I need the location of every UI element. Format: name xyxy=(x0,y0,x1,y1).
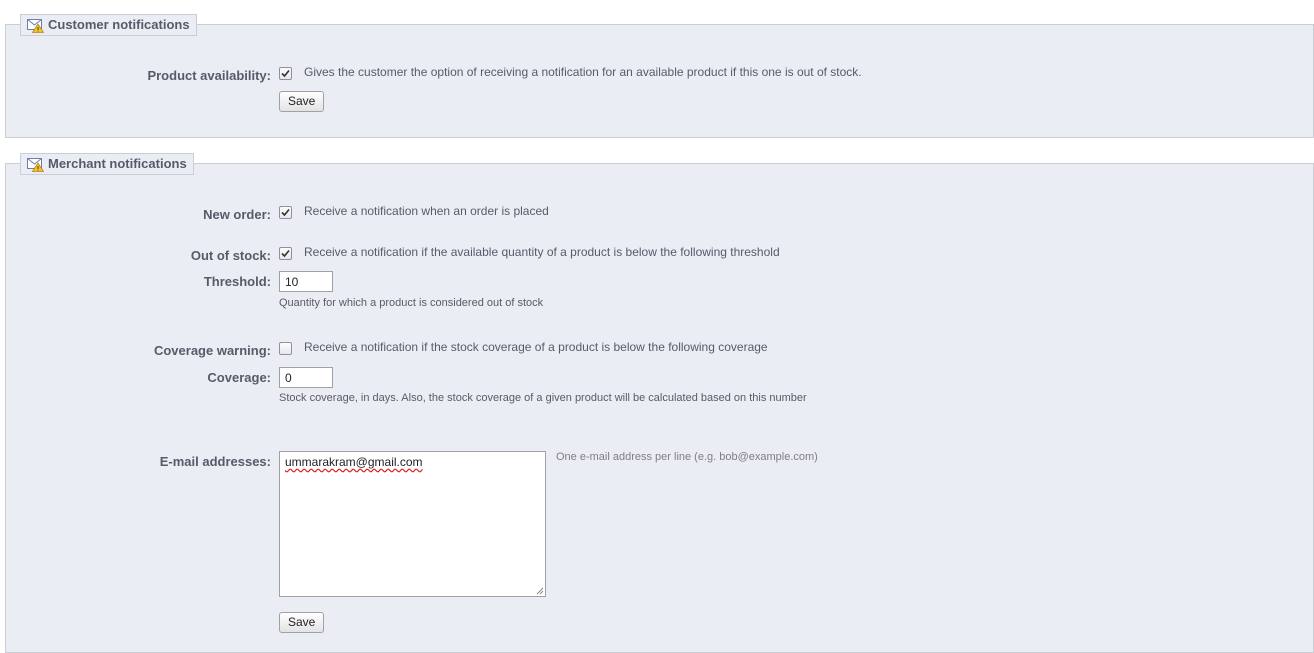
email-addresses-label: E-mail addresses: xyxy=(159,454,271,469)
email-addresses-textarea[interactable]: ummarakram@gmail.com xyxy=(279,451,546,597)
email-address-value: ummarakram@gmail.com xyxy=(285,455,423,469)
legend-title: Customer notifications xyxy=(48,17,190,32)
product-availability-description: Gives the customer the option of receivi… xyxy=(304,65,862,79)
coverage-warning-checkbox[interactable] xyxy=(279,342,292,355)
customer-save-button[interactable]: Save xyxy=(279,91,325,112)
out-of-stock-description: Receive a notification if the available … xyxy=(304,245,780,259)
product-availability-checkbox[interactable] xyxy=(279,67,292,80)
email-warning-icon xyxy=(27,18,45,33)
customer-notifications-legend: Customer notifications xyxy=(20,14,197,36)
threshold-input[interactable] xyxy=(279,271,333,292)
coverage-warning-description: Receive a notification if the stock cove… xyxy=(304,340,768,354)
merchant-notifications-panel: Merchant notifications New order: Receiv… xyxy=(5,153,1314,653)
threshold-hint: Quantity for which a product is consider… xyxy=(279,297,544,309)
coverage-warning-label: Coverage warning: xyxy=(153,343,271,358)
product-availability-label: Product availability: xyxy=(147,68,271,83)
new-order-description: Receive a notification when an order is … xyxy=(304,204,549,218)
coverage-hint: Stock coverage, in days. Also, the stock… xyxy=(279,392,807,404)
threshold-label: Threshold: xyxy=(203,274,271,289)
legend-title: Merchant notifications xyxy=(48,156,187,171)
checkmark-icon xyxy=(281,249,290,258)
customer-notifications-panel: Customer notifications Product availabil… xyxy=(5,14,1314,138)
new-order-label: New order: xyxy=(203,207,271,222)
email-addresses-hint: One e-mail address per line (e.g. bob@ex… xyxy=(556,451,818,463)
new-order-checkbox[interactable] xyxy=(279,206,292,219)
resize-handle-icon[interactable] xyxy=(535,586,544,595)
out-of-stock-checkbox[interactable] xyxy=(279,247,292,260)
out-of-stock-label: Out of stock: xyxy=(190,248,271,263)
coverage-input[interactable] xyxy=(279,367,333,388)
merchant-notifications-legend: Merchant notifications xyxy=(20,153,194,175)
checkmark-icon xyxy=(281,69,290,78)
merchant-save-button[interactable]: Save xyxy=(279,612,325,633)
coverage-label: Coverage: xyxy=(207,370,271,385)
checkmark-icon xyxy=(281,208,290,217)
email-warning-icon xyxy=(27,157,45,172)
